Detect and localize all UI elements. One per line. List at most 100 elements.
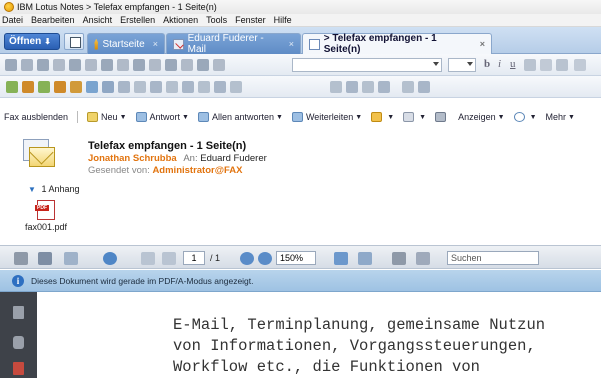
menu-datei[interactable]: Datei <box>2 15 23 25</box>
link-icon[interactable] <box>330 81 342 93</box>
menu-hilfe[interactable]: Hilfe <box>274 15 292 25</box>
font-size-icon[interactable] <box>181 59 193 71</box>
zoom-in-icon[interactable] <box>258 252 272 265</box>
attachment-filename[interactable]: fax001.pdf <box>25 222 67 232</box>
page-number-input[interactable]: 1 <box>183 251 205 265</box>
open-button[interactable]: Öffnen ⬇ <box>4 33 60 50</box>
email-pdf-icon[interactable] <box>64 252 78 265</box>
save-icon[interactable] <box>37 59 49 71</box>
font-combo[interactable] <box>292 58 442 72</box>
chevron-down-icon <box>467 62 473 66</box>
arrow-down-alt-icon[interactable] <box>22 81 34 93</box>
pdf-document-view[interactable]: E-Mail, Terminplanung, gemeinsame Nutzun… <box>37 292 601 378</box>
menu-bearbeiten[interactable]: Bearbeiten <box>31 15 75 25</box>
new-button[interactable]: Neu ▼ <box>87 112 127 122</box>
recipient-name[interactable]: Eduard Fuderer <box>200 153 267 164</box>
select-tool-icon[interactable] <box>392 252 406 265</box>
reply-button[interactable]: Antwort ▼ <box>135 112 189 122</box>
tag-alt-icon[interactable] <box>86 81 98 93</box>
text-color-icon[interactable] <box>524 59 536 71</box>
zoom-out-icon[interactable] <box>240 252 254 265</box>
size-combo[interactable] <box>448 58 476 72</box>
more-button[interactable]: Mehr ▼ <box>546 112 575 122</box>
tab-mail[interactable]: Eduard Fuderer - Mail × <box>166 33 301 55</box>
menu-fenster[interactable]: Fenster <box>235 15 266 25</box>
forward-button[interactable]: Weiterleiten ▼ <box>291 112 362 122</box>
outdent-icon[interactable] <box>133 59 145 71</box>
sender-name[interactable]: Jonathan Schrubba <box>88 153 177 164</box>
list-icon[interactable] <box>101 59 113 71</box>
pdf-file-icon[interactable]: PDF <box>35 200 55 220</box>
pen-alt-icon[interactable] <box>556 59 568 71</box>
minus-icon[interactable] <box>362 81 374 93</box>
menu-ansicht[interactable]: Ansicht <box>83 15 113 25</box>
follow-up-button[interactable]: ▼ <box>403 112 426 122</box>
arrow-down-icon[interactable] <box>6 81 18 93</box>
page-up-icon[interactable] <box>141 252 155 265</box>
paste-icon[interactable] <box>85 59 97 71</box>
copy-icon[interactable] <box>69 59 81 71</box>
reply-all-button[interactable]: Allen antworten ▼ <box>197 112 283 122</box>
add-icon[interactable] <box>150 81 162 93</box>
pages-icon[interactable] <box>13 306 24 319</box>
forward-icon <box>291 112 303 122</box>
window-list-button[interactable] <box>64 33 84 50</box>
pen-icon[interactable] <box>540 59 552 71</box>
folder-button[interactable]: ▼ <box>371 112 394 122</box>
delete-button[interactable] <box>435 112 449 122</box>
sync-icon[interactable] <box>418 81 430 93</box>
bookmarks-icon[interactable] <box>13 336 24 349</box>
arrow-down-green-icon[interactable] <box>38 81 50 93</box>
tag-icon[interactable] <box>70 81 82 93</box>
close-icon[interactable]: × <box>480 39 485 49</box>
review-icon[interactable] <box>103 252 117 265</box>
menu-erstellen[interactable]: Erstellen <box>120 15 155 25</box>
menu-aktionen[interactable]: Aktionen <box>163 15 198 25</box>
tab-startseite[interactable]: Startseite × <box>87 33 165 54</box>
page-down-icon[interactable] <box>162 252 176 265</box>
tab-telefax[interactable]: > Telefax empfangen - 1 Seite(n) × <box>302 33 492 55</box>
binoculars-icon[interactable] <box>198 81 210 93</box>
page-view-icon[interactable] <box>416 252 430 265</box>
sent-by-line: Gesendet von: Administrator@FAX <box>88 165 242 176</box>
search-button[interactable]: ▼ <box>513 112 537 122</box>
underline-tool-icon[interactable] <box>213 59 225 71</box>
highlight-icon[interactable] <box>149 59 161 71</box>
find-icon[interactable] <box>230 81 242 93</box>
format-icon[interactable] <box>197 59 209 71</box>
menu-tools[interactable]: Tools <box>206 15 227 25</box>
cut-icon[interactable] <box>53 59 65 71</box>
people-icon[interactable] <box>402 81 414 93</box>
remove-icon[interactable] <box>134 81 146 93</box>
search-alt-icon[interactable] <box>378 81 390 93</box>
table-icon[interactable] <box>102 81 114 93</box>
save-pdf-icon[interactable] <box>38 252 52 265</box>
line-icon[interactable] <box>166 81 178 93</box>
attachments-panel-icon[interactable] <box>13 362 24 375</box>
print-icon[interactable] <box>14 252 28 265</box>
fit-width-icon[interactable] <box>358 252 372 265</box>
pdfa-info-text: Dieses Dokument wird gerade im PDF/A-Mod… <box>31 275 254 286</box>
bold-button[interactable]: b <box>484 58 490 70</box>
arrow-up-icon[interactable] <box>54 81 66 93</box>
edit-icon[interactable] <box>5 59 17 71</box>
close-icon[interactable]: × <box>153 39 158 49</box>
doc-icon[interactable] <box>182 81 194 93</box>
attachments-toggle[interactable]: ▼ 1 Anhang <box>28 184 79 194</box>
sent-by-name[interactable]: Administrator@FAX <box>152 165 242 176</box>
italic-button[interactable]: i <box>498 58 501 70</box>
plus-icon[interactable] <box>346 81 358 93</box>
indent-icon[interactable] <box>117 59 129 71</box>
edit-document-icon[interactable] <box>21 59 33 71</box>
settings-icon[interactable] <box>214 81 226 93</box>
underline-button[interactable]: u <box>510 58 516 70</box>
close-icon[interactable]: × <box>289 39 294 49</box>
hide-fax-button[interactable]: Fax ausblenden <box>4 112 68 122</box>
show-button[interactable]: Anzeigen ▼ <box>458 112 504 122</box>
style-icon[interactable] <box>165 59 177 71</box>
more-format-icon[interactable] <box>574 59 586 71</box>
move-icon[interactable] <box>118 81 130 93</box>
zoom-select[interactable]: 150% <box>276 251 316 265</box>
pdf-search-input[interactable]: Suchen <box>447 251 539 265</box>
fit-page-icon[interactable] <box>334 252 348 265</box>
